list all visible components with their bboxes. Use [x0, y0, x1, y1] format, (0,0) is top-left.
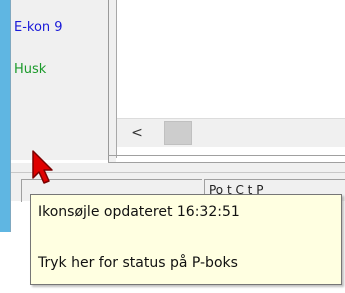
scroll-thumb[interactable] [164, 121, 192, 145]
tooltip-line-updated: Ikonsøjle opdateret 16:32:51 [38, 204, 240, 220]
horizontal-scrollbar[interactable]: < [117, 118, 345, 147]
scroll-left-button[interactable]: < [127, 122, 147, 144]
main-content-area [117, 0, 345, 118]
tooltip-line-status: Tryk her for status på P-boks [38, 255, 238, 271]
frame-divider-top [108, 155, 345, 156]
arrow-cursor-icon [32, 150, 53, 184]
nav-item-e-kon[interactable]: E-kon 9 [14, 20, 63, 35]
frame-gap-area [11, 163, 345, 172]
pane-splitter[interactable] [109, 0, 116, 163]
nav-item-husk[interactable]: Husk [14, 62, 46, 77]
taskbar-edge-strip [0, 0, 10, 232]
pane-border-left [108, 0, 109, 163]
tooltip[interactable]: Ikonsøjle opdateret 16:32:51 Tryk her fo… [30, 194, 342, 285]
